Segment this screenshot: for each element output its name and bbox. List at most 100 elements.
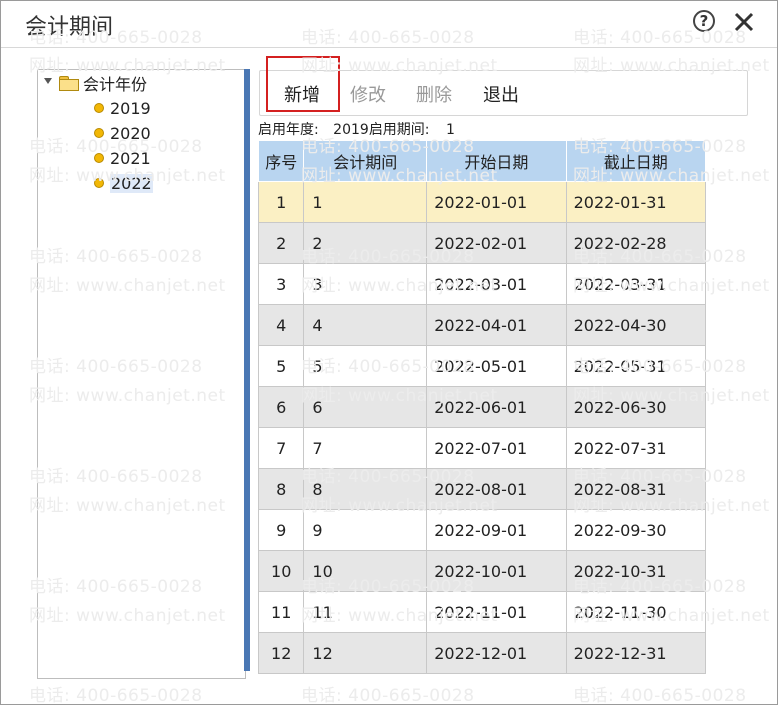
tree-item-label: 2020 <box>110 123 151 143</box>
cell-end-date[interactable]: 2022-04-30 <box>565 304 707 346</box>
start-year-value: 2019 <box>333 122 369 138</box>
exit-button[interactable]: 退出 <box>483 81 519 107</box>
yellow-dot-icon <box>94 178 104 188</box>
cell-start-date[interactable]: 2022-01-01 <box>426 181 567 223</box>
cell-period[interactable]: 4 <box>303 304 428 346</box>
watermark-phone: 电话: 400-665-0028 <box>29 686 203 705</box>
cell-end-date[interactable]: 2022-03-31 <box>565 263 707 305</box>
tree-item-2020[interactable]: 2020 <box>94 122 151 144</box>
table-header-row: 序号 会计期间 开始日期 截止日期 <box>257 140 707 182</box>
tree-item-label-selected: 2022 <box>110 173 153 193</box>
cell-end-date[interactable]: 2022-09-30 <box>565 509 707 551</box>
cell-start-date[interactable]: 2022-11-01 <box>426 591 567 633</box>
cell-period[interactable]: 5 <box>303 345 428 387</box>
cell-start-date[interactable]: 2022-09-01 <box>426 509 567 551</box>
cell-no[interactable]: 1 <box>257 181 305 223</box>
table-row[interactable]: 8 8 2022-08-01 2022-08-31 <box>257 468 707 510</box>
watermark-phone: 电话: 400-665-0028 <box>301 686 475 705</box>
cell-no[interactable]: 12 <box>257 632 305 674</box>
cell-end-date[interactable]: 2022-05-31 <box>565 345 707 387</box>
start-period-value: 1 <box>445 122 455 138</box>
cell-period[interactable]: 1 <box>303 181 428 223</box>
cell-start-date[interactable]: 2022-08-01 <box>426 468 567 510</box>
cell-period[interactable]: 9 <box>303 509 428 551</box>
cell-period[interactable]: 11 <box>303 591 428 633</box>
table-row[interactable]: 7 7 2022-07-01 2022-07-31 <box>257 427 707 469</box>
table-row[interactable]: 1 1 2022-01-01 2022-01-31 <box>257 181 707 223</box>
cell-start-date[interactable]: 2022-02-01 <box>426 222 567 264</box>
cell-start-date[interactable]: 2022-12-01 <box>426 632 567 674</box>
cell-start-date[interactable]: 2022-10-01 <box>426 550 567 592</box>
start-year-label: 启用年度: <box>258 122 319 138</box>
cell-end-date[interactable]: 2022-06-30 <box>565 386 707 428</box>
table-row[interactable]: 10 10 2022-10-01 2022-10-31 <box>257 550 707 592</box>
cell-no[interactable]: 8 <box>257 468 305 510</box>
tree-root-label: 会计年份 <box>83 75 148 94</box>
cell-end-date[interactable]: 2022-07-31 <box>565 427 707 469</box>
watermark-phone: 电话: 400-665-0028 <box>573 686 747 705</box>
delete-button[interactable]: 删除 <box>416 81 452 107</box>
table-row[interactable]: 6 6 2022-06-01 2022-06-30 <box>257 386 707 428</box>
cell-start-date[interactable]: 2022-06-01 <box>426 386 567 428</box>
table-row[interactable]: 4 4 2022-04-01 2022-04-30 <box>257 304 707 346</box>
cell-end-date[interactable]: 2022-12-31 <box>565 632 707 674</box>
cell-start-date[interactable]: 2022-04-01 <box>426 304 567 346</box>
table-row[interactable]: 11 11 2022-11-01 2022-11-30 <box>257 591 707 633</box>
cell-period[interactable]: 3 <box>303 263 428 305</box>
start-info-line: 启用年度: 2019启用期间: 1 <box>258 119 455 139</box>
dialog-title: 会计期间 <box>25 15 114 40</box>
cell-end-date[interactable]: 2022-08-31 <box>565 468 707 510</box>
cell-end-date[interactable]: 2022-01-31 <box>565 181 707 223</box>
edit-button[interactable]: 修改 <box>350 81 386 107</box>
column-header-no[interactable]: 序号 <box>257 140 305 182</box>
cell-no[interactable]: 3 <box>257 263 305 305</box>
panel-splitter[interactable] <box>244 69 250 671</box>
cell-no[interactable]: 6 <box>257 386 305 428</box>
start-period-label: 启用期间: <box>368 122 430 138</box>
tree-item-label: 2021 <box>110 148 151 168</box>
table-row[interactable]: 9 9 2022-09-01 2022-09-30 <box>257 509 707 551</box>
cell-no[interactable]: 4 <box>257 304 305 346</box>
cell-end-date[interactable]: 2022-10-31 <box>565 550 707 592</box>
cell-end-date[interactable]: 2022-11-30 <box>565 591 707 633</box>
cell-no[interactable]: 2 <box>257 222 305 264</box>
title-bar: 会计期间 ? <box>1 1 777 48</box>
cell-end-date[interactable]: 2022-02-28 <box>565 222 707 264</box>
cell-period[interactable]: 12 <box>303 632 428 674</box>
column-header-period[interactable]: 会计期间 <box>303 140 428 182</box>
question-circle-icon[interactable]: ? <box>693 10 715 32</box>
table-row[interactable]: 12 12 2022-12-01 2022-12-31 <box>257 632 707 674</box>
yellow-dot-icon <box>94 153 104 163</box>
folder-icon <box>59 76 79 91</box>
tree-item-2019[interactable]: 2019 <box>94 97 151 119</box>
column-header-end-date[interactable]: 截止日期 <box>565 140 707 182</box>
cell-start-date[interactable]: 2022-03-01 <box>426 263 567 305</box>
cell-start-date[interactable]: 2022-07-01 <box>426 427 567 469</box>
column-header-start-date[interactable]: 开始日期 <box>426 140 567 182</box>
cell-no[interactable]: 11 <box>257 591 305 633</box>
periods-table: 序号 会计期间 开始日期 截止日期 1 1 2022-01-01 2022-01-31… <box>257 140 707 674</box>
cell-period[interactable]: 6 <box>303 386 428 428</box>
cell-no[interactable]: 7 <box>257 427 305 469</box>
cell-period[interactable]: 10 <box>303 550 428 592</box>
cell-no[interactable]: 9 <box>257 509 305 551</box>
tree-item-2022[interactable]: 2022 <box>94 172 153 194</box>
tree-expander-icon[interactable] <box>44 78 52 84</box>
table-row[interactable]: 5 5 2022-05-01 2022-05-31 <box>257 345 707 387</box>
tree-item-2021[interactable]: 2021 <box>94 147 151 169</box>
tree-item-label: 2019 <box>110 98 151 118</box>
cell-period[interactable]: 2 <box>303 222 428 264</box>
yellow-dot-icon <box>94 103 104 113</box>
cell-no[interactable]: 10 <box>257 550 305 592</box>
table-row[interactable]: 3 3 2022-03-01 2022-03-31 <box>257 263 707 305</box>
table-row[interactable]: 2 2 2022-02-01 2022-02-28 <box>257 222 707 264</box>
cell-no[interactable]: 5 <box>257 345 305 387</box>
add-button-highlight <box>266 56 340 112</box>
tree-root-fiscal-years[interactable]: 会计年份 <box>59 72 147 94</box>
cell-period[interactable]: 8 <box>303 468 428 510</box>
yellow-dot-icon <box>94 128 104 138</box>
cell-period[interactable]: 7 <box>303 427 428 469</box>
cell-start-date[interactable]: 2022-05-01 <box>426 345 567 387</box>
close-icon[interactable] <box>731 9 757 35</box>
accounting-period-dialog: 会计期间 ? 会计年份 2019 2020 2021 2022 新增 修改 删除… <box>0 0 778 705</box>
